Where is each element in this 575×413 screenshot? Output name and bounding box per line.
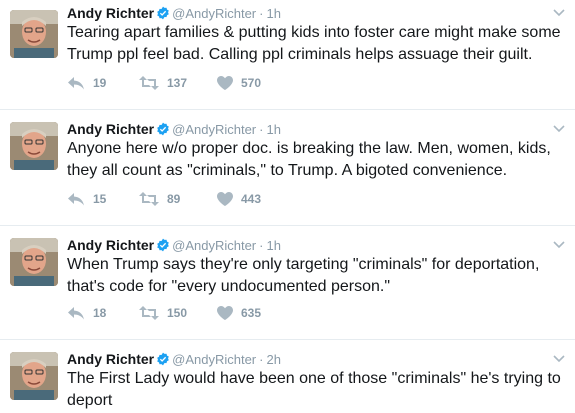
- like-button[interactable]: 570: [217, 76, 287, 90]
- tweet-text: Tearing apart families & putting kids in…: [67, 24, 561, 63]
- tweet-text: The First Lady would have been one of th…: [67, 370, 561, 409]
- tweet-actions: 19 137 570: [67, 76, 287, 90]
- avatar[interactable]: [10, 352, 58, 400]
- timestamp[interactable]: 1h: [266, 6, 280, 21]
- reply-icon: [68, 77, 84, 90]
- tweet-header: Andy Richter @AndyRichter · 1h: [67, 120, 281, 140]
- retweet-button[interactable]: 150: [139, 306, 217, 320]
- caret-down-icon[interactable]: [553, 236, 565, 254]
- tweet-actions: 15 89 443: [67, 192, 287, 206]
- like-icon: [217, 192, 233, 206]
- avatar[interactable]: [10, 10, 58, 58]
- like-icon: [217, 76, 233, 90]
- like-button[interactable]: 443: [217, 192, 287, 206]
- tweet-feed: Andy Richter @AndyRichter · 1h Tearing apar…: [0, 0, 575, 413]
- handle[interactable]: @AndyRichter: [172, 6, 256, 21]
- tweet-text: When Trump says they're only targeting "…: [67, 256, 540, 295]
- separator: ·: [259, 238, 264, 253]
- caret-down-icon[interactable]: [553, 350, 565, 368]
- retweet-count: 137: [167, 76, 188, 90]
- like-icon: [217, 306, 233, 320]
- handle[interactable]: @AndyRichter: [172, 238, 256, 253]
- display-name[interactable]: Andy Richter: [67, 121, 154, 137]
- timestamp[interactable]: 1h: [266, 238, 280, 253]
- tweet-header: Andy Richter @AndyRichter · 1h: [67, 236, 281, 256]
- retweet-button[interactable]: 137: [139, 76, 217, 90]
- retweet-count: 150: [167, 306, 188, 320]
- caret-down-icon[interactable]: [553, 4, 565, 22]
- reply-icon: [68, 307, 84, 320]
- tweet[interactable]: Andy Richter @AndyRichter · 1h Anyone here …: [0, 110, 575, 226]
- display-name[interactable]: Andy Richter: [67, 237, 154, 253]
- like-count: 570: [241, 76, 262, 90]
- caret-down-icon[interactable]: [553, 120, 565, 138]
- reply-count: 18: [93, 306, 107, 320]
- reply-button[interactable]: 19: [67, 76, 139, 90]
- tweet-header: Andy Richter @AndyRichter · 1h: [67, 4, 281, 24]
- handle[interactable]: @AndyRichter: [172, 352, 256, 367]
- display-name[interactable]: Andy Richter: [67, 5, 154, 21]
- tweet[interactable]: Andy Richter @AndyRichter · 1h Tearing apar…: [0, 0, 575, 110]
- handle[interactable]: @AndyRichter: [172, 122, 256, 137]
- separator: ·: [259, 352, 264, 367]
- retweet-button[interactable]: 89: [139, 192, 217, 206]
- separator: ·: [259, 6, 264, 21]
- timestamp[interactable]: 2h: [266, 352, 280, 367]
- tweet[interactable]: Andy Richter @AndyRichter · 1h When Trump s…: [0, 226, 575, 340]
- timestamp[interactable]: 1h: [266, 122, 280, 137]
- like-count: 443: [241, 192, 262, 206]
- retweet-count: 89: [167, 192, 181, 206]
- retweet-icon: [139, 192, 159, 206]
- reply-button[interactable]: 15: [67, 192, 139, 206]
- avatar[interactable]: [10, 122, 58, 170]
- separator: ·: [259, 122, 264, 137]
- tweet-actions: 18 150 635: [67, 306, 287, 320]
- like-button[interactable]: 635: [217, 306, 287, 320]
- reply-count: 15: [93, 192, 107, 206]
- tweet[interactable]: Andy Richter @AndyRichter · 2h The First La…: [0, 340, 575, 413]
- like-count: 635: [241, 306, 262, 320]
- display-name[interactable]: Andy Richter: [67, 351, 154, 367]
- tweet-text: Anyone here w/o proper doc. is breaking …: [67, 140, 551, 179]
- reply-count: 19: [93, 76, 107, 90]
- retweet-icon: [139, 76, 159, 90]
- tweet-header: Andy Richter @AndyRichter · 2h: [67, 350, 281, 370]
- reply-icon: [68, 193, 84, 206]
- reply-button[interactable]: 18: [67, 306, 139, 320]
- retweet-icon: [139, 306, 159, 320]
- avatar[interactable]: [10, 238, 58, 286]
